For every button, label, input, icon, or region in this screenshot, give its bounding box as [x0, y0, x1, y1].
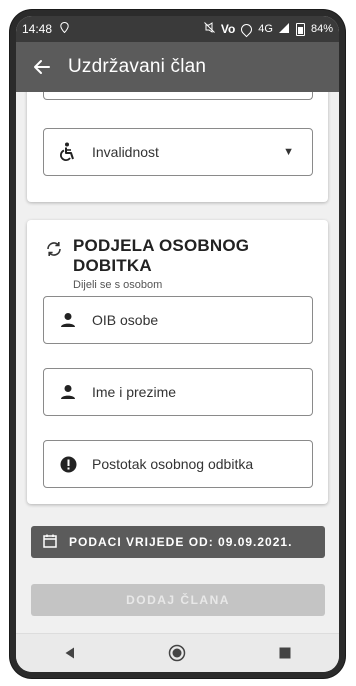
percent-field[interactable]: Postotak osobnog odbitka: [43, 440, 313, 488]
back-arrow-icon[interactable]: [16, 42, 68, 92]
battery-percent: 84%: [310, 23, 333, 35]
status-bar: 14:48 Vo 4G 84%: [16, 16, 339, 42]
accessibility-icon: [44, 142, 92, 162]
form-content[interactable]: Invalidnost ▼ PODJELA OSOBNOG DOBITKA Di…: [16, 92, 339, 642]
page-title: Uzdržavani član: [68, 56, 207, 77]
mute-icon: [203, 22, 215, 36]
share-header: PODJELA OSOBNOG DOBITKA Dijeli se s osob…: [45, 236, 328, 291]
android-nav-bar: [16, 633, 339, 672]
add-member-button[interactable]: DODAJ ČLANA: [31, 584, 325, 616]
income-share-card: PODJELA OSOBNOG DOBITKA Dijeli se s osob…: [27, 220, 328, 504]
share-subtitle: Dijeli se s osobom: [73, 279, 163, 291]
nav-back-icon[interactable]: [50, 634, 90, 672]
oib-field[interactable]: OIB osobe: [43, 296, 313, 344]
volte-indicator: Vo: [220, 22, 236, 36]
name-field[interactable]: Ime i prezime: [43, 368, 313, 416]
disability-dropdown[interactable]: Invalidnost ▼: [43, 128, 313, 176]
previous-field[interactable]: [43, 92, 313, 100]
disability-card: Invalidnost ▼: [27, 92, 328, 202]
battery-icon: [295, 22, 305, 36]
calendar-icon: [43, 534, 57, 551]
validity-text: PODACI VRIJEDE OD: 09.09.2021.: [69, 535, 293, 549]
name-label: Ime i prezime: [92, 384, 177, 400]
oib-label: OIB osobe: [92, 312, 159, 328]
person-icon: [44, 312, 92, 328]
person-icon: [44, 384, 92, 400]
status-time: 14:48: [22, 22, 53, 36]
info-alert-icon: [44, 456, 92, 473]
device-frame: 14:48 Vo 4G 84% Uzdržavani član Invalidn…: [10, 10, 345, 678]
nav-home-icon[interactable]: [157, 634, 197, 672]
percent-label: Postotak osobnog odbitka: [92, 456, 254, 472]
disability-label: Invalidnost: [92, 144, 159, 160]
signal-icon: [278, 22, 290, 36]
wifi-icon: [239, 21, 255, 37]
screen: 14:48 Vo 4G 84% Uzdržavani član Invalidn…: [16, 16, 339, 672]
app-bar: Uzdržavani član: [16, 42, 339, 92]
validity-bar: PODACI VRIJEDE OD: 09.09.2021.: [31, 526, 325, 558]
network-type: 4G: [258, 23, 273, 35]
nav-recents-icon[interactable]: [265, 634, 305, 672]
dropdown-arrow-icon: ▼: [283, 146, 294, 158]
sync-icon: [45, 240, 63, 263]
location-icon: [60, 21, 69, 36]
share-title: PODJELA OSOBNOG DOBITKA: [73, 236, 250, 275]
